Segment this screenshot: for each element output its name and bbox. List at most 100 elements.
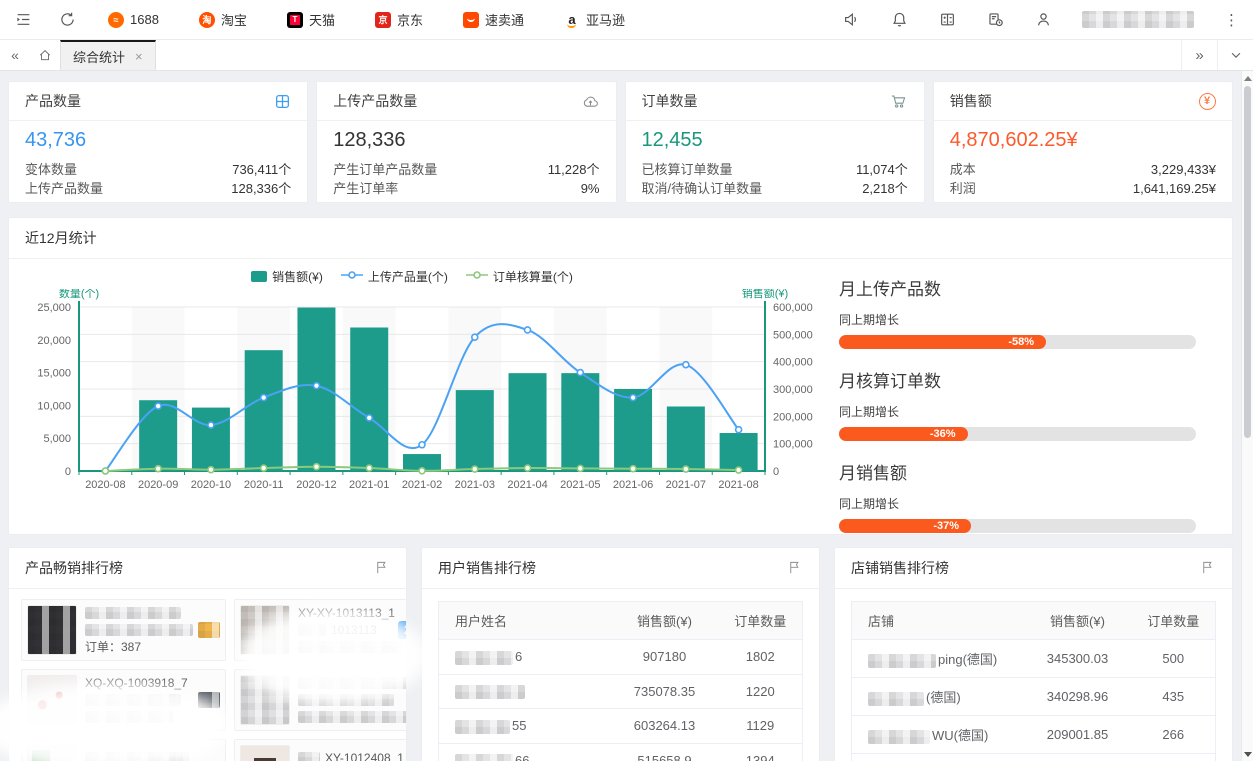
svg-text:2021-01: 2021-01 bbox=[349, 479, 389, 491]
product-card[interactable] bbox=[21, 739, 226, 761]
table-header-row: 用户姓名销售额(¥)订单数量 bbox=[439, 602, 803, 640]
platform-tab-tmall[interactable]: T天猫 bbox=[287, 10, 335, 29]
chart-panel-title: 近12月统计 bbox=[25, 228, 97, 248]
svg-text:200,000: 200,000 bbox=[773, 411, 813, 423]
table-row: 69071801802 bbox=[439, 640, 803, 675]
row-value: 1,641,169.25¥ bbox=[1133, 179, 1216, 198]
jd-icon: 京 bbox=[375, 12, 391, 28]
orders-cell: 1802 bbox=[719, 640, 803, 675]
stat-card-header: 产品数量 bbox=[9, 82, 307, 121]
product-card[interactable]: XY-XY-1013113_110131132 bbox=[234, 599, 407, 661]
stat-card-product-count: 产品数量43,736变体数量736,411个上传产品数量128,336个 bbox=[8, 81, 308, 203]
legend-item[interactable]: 上传产品量(个) bbox=[341, 268, 448, 285]
name-suffix: (德国) bbox=[926, 690, 961, 705]
product-card[interactable]: XQ-XQ-1003918_7 bbox=[21, 669, 226, 731]
chart-legend[interactable]: 销售额(¥) 上传产品量(个) 订单核算量(个) bbox=[9, 263, 815, 289]
name-suffix: ping(德国) bbox=[938, 652, 997, 667]
product-card[interactable]: XY-1012408_1 bbox=[234, 739, 407, 761]
combo-chart[interactable]: 05,00010,00015,00020,00025,0000100,00020… bbox=[9, 289, 815, 504]
expand-tabs-icon[interactable]: » bbox=[1181, 40, 1217, 70]
platform-tab-1688[interactable]: ≈1688 bbox=[108, 12, 159, 28]
product-image bbox=[27, 605, 77, 655]
product-card[interactable]: 订单：387 bbox=[21, 599, 226, 661]
product-card-line: 订单：387 bbox=[85, 639, 220, 654]
orders-cell: 1394 bbox=[719, 743, 803, 761]
username-redacted[interactable] bbox=[1082, 11, 1194, 28]
home-icon[interactable] bbox=[30, 40, 60, 70]
name-cell: 55 bbox=[439, 709, 611, 744]
1688-icon: ≈ bbox=[108, 12, 124, 28]
product-card[interactable] bbox=[234, 669, 407, 731]
svg-text:300,000: 300,000 bbox=[773, 384, 813, 396]
row-value: 3,229,433¥ bbox=[1151, 160, 1216, 179]
apps-grid-icon[interactable] bbox=[938, 11, 956, 29]
stat-card-row: 已核算订单数量11,074个 bbox=[642, 160, 908, 179]
product-card-line bbox=[85, 692, 220, 707]
sales-cell: 199265.69 bbox=[1024, 754, 1132, 761]
refresh-icon[interactable] bbox=[58, 11, 76, 29]
chart-area: 销售额(¥) 上传产品量(个) 订单核算量(个) 05,00010,00015,00… bbox=[9, 259, 815, 540]
product-panel-header: 产品畅销排行榜 bbox=[9, 548, 406, 589]
customer-service-icon[interactable] bbox=[986, 11, 1004, 29]
stat-card-header: 销售额¥ bbox=[934, 82, 1232, 121]
kpi-title: 月销售额 bbox=[839, 459, 1196, 484]
product-card-lines: XY-1012408_1 bbox=[298, 745, 407, 761]
product-text: 订单：387 bbox=[85, 638, 141, 655]
platform-tab-label: 淘宝 bbox=[221, 10, 247, 29]
announcement-icon[interactable] bbox=[842, 11, 860, 29]
store-panel-header: 店铺销售排行榜 bbox=[835, 548, 1232, 589]
platform-tab-aliexpress[interactable]: 速卖通 bbox=[463, 10, 524, 29]
tab-comprehensive-stats[interactable]: 综合统计 × bbox=[60, 40, 156, 70]
scroll-up-arrow[interactable] bbox=[1242, 72, 1253, 84]
stat-card-uploaded-products: 上传产品数量128,336产生订单产品数量11,228个产生订单率9% bbox=[316, 81, 616, 203]
ranking-panels-row: 产品畅销排行榜 订单：387 XY-XY-1013113_110131132 XQ-… bbox=[8, 547, 1233, 761]
platform-tab-label: 速卖通 bbox=[485, 10, 524, 29]
table-row: 55603264.131129 bbox=[439, 709, 803, 744]
svg-text:2021-02: 2021-02 bbox=[402, 479, 442, 491]
sales-cell: 603264.13 bbox=[611, 709, 719, 744]
row-value: 2,218个 bbox=[862, 179, 908, 198]
kpi-value: -58% bbox=[1008, 336, 1034, 348]
sales-cell: 209001.85 bbox=[1024, 716, 1132, 754]
redacted-text bbox=[85, 607, 181, 619]
scrollbar-thumb[interactable] bbox=[1244, 86, 1251, 438]
svg-text:2021-08: 2021-08 bbox=[718, 479, 758, 491]
row-value: 128,336个 bbox=[231, 179, 291, 198]
collapse-tabs-icon[interactable]: « bbox=[0, 40, 30, 70]
name-cell: 6 bbox=[439, 640, 611, 675]
redacted-text bbox=[298, 641, 402, 653]
store-ranking-panel: 店铺销售排行榜 店铺销售额(¥)订单数量ping(德国)345300.03500… bbox=[834, 547, 1233, 761]
notification-bell-icon[interactable] bbox=[890, 11, 908, 29]
svg-text:100,000: 100,000 bbox=[773, 439, 813, 451]
product-card-line: XQ-XQ-1003918_7 bbox=[85, 676, 220, 691]
platform-tab-jd[interactable]: 京京东 bbox=[375, 10, 423, 29]
legend-item[interactable]: 订单核算量(个) bbox=[466, 268, 573, 285]
svg-text:15,000: 15,000 bbox=[37, 368, 71, 380]
user-panel-title: 用户销售排行榜 bbox=[438, 558, 536, 578]
product-card-line: XY-1012408_1 bbox=[298, 750, 407, 761]
redacted-text bbox=[85, 711, 173, 723]
redacted-text bbox=[298, 711, 407, 723]
sales-cell: 340298.96 bbox=[1024, 678, 1132, 716]
stat-card-row: 取消/待确认订单数量2,218个 bbox=[642, 179, 908, 198]
kpi-title: 月核算订单数 bbox=[839, 367, 1196, 392]
tab-close-icon[interactable]: × bbox=[135, 49, 143, 64]
taobao-icon: 淘 bbox=[199, 12, 215, 28]
legend-item[interactable]: 销售额(¥) bbox=[251, 268, 323, 285]
page-tabs-bar: « 综合统计 × » bbox=[0, 40, 1253, 71]
vertical-scrollbar[interactable] bbox=[1241, 71, 1253, 761]
scroll-down-arrow[interactable] bbox=[1242, 748, 1253, 760]
table-row: ping(德国)345300.03500 bbox=[852, 640, 1216, 678]
svg-text:2020-10: 2020-10 bbox=[191, 479, 231, 491]
legend-label: 订单核算量(个) bbox=[493, 268, 573, 285]
dashboard-content: 产品数量43,736变体数量736,411个上传产品数量128,336个上传产品… bbox=[0, 71, 1241, 761]
tabs-menu-chevron-icon[interactable] bbox=[1217, 40, 1253, 70]
legend-label: 销售额(¥) bbox=[272, 268, 323, 285]
menu-fold-icon[interactable] bbox=[14, 11, 32, 29]
tab-label: 综合统计 bbox=[73, 47, 125, 66]
more-menu-icon[interactable]: ⋮ bbox=[1224, 11, 1239, 29]
redacted-name bbox=[868, 730, 930, 744]
platform-tab-amazon[interactable]: a亚马逊 bbox=[564, 10, 625, 29]
platform-tab-taobao[interactable]: 淘淘宝 bbox=[199, 10, 247, 29]
user-icon[interactable] bbox=[1034, 11, 1052, 29]
